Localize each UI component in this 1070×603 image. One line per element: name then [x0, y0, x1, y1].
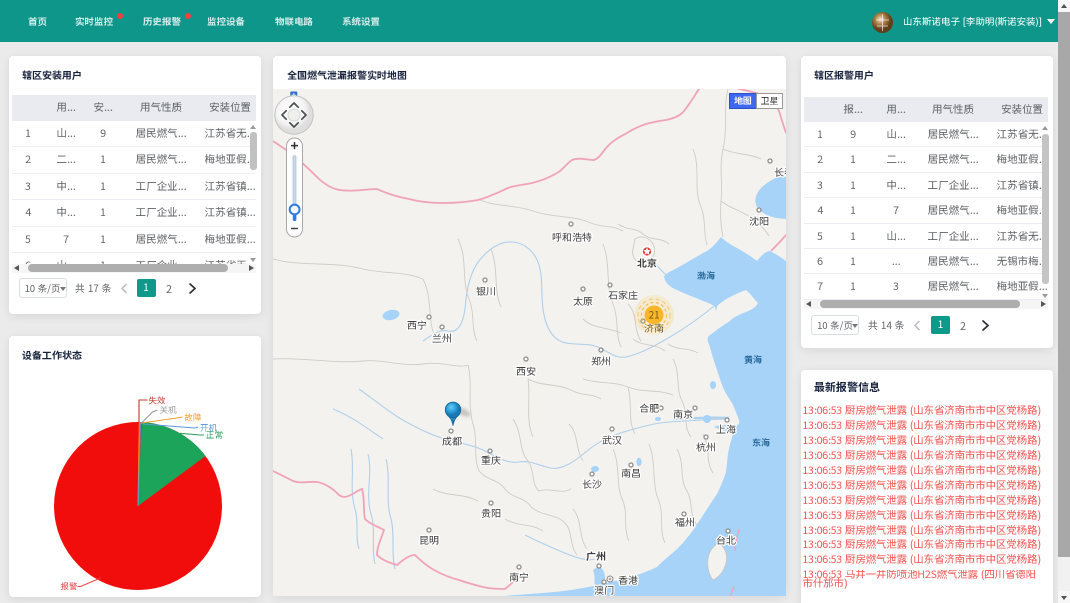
svg-text:黄海: 黄海	[744, 353, 762, 366]
svg-text:地图: 地图	[733, 94, 752, 107]
svg-text:西安: 西安	[516, 363, 536, 378]
svg-text:银川: 银川	[476, 283, 496, 298]
svg-text:东海: 东海	[752, 436, 770, 449]
svg-text:北京: 北京	[637, 255, 657, 270]
svg-text:渤海: 渤海	[696, 269, 715, 282]
svg-text:成都: 成都	[442, 433, 462, 448]
svg-text:呼和浩特: 呼和浩特	[552, 229, 592, 244]
svg-text:南京: 南京	[673, 406, 693, 421]
svg-text:21: 21	[648, 307, 659, 322]
svg-text:昆明: 昆明	[419, 532, 439, 547]
svg-text:杭州: 杭州	[696, 439, 716, 454]
svg-text:广州: 广州	[586, 548, 606, 563]
svg-text:南宁: 南宁	[509, 569, 529, 584]
svg-text:正常: 正常	[206, 429, 224, 441]
svg-text:南昌: 南昌	[621, 465, 641, 480]
svg-text:报警: 报警	[60, 581, 79, 593]
svg-text:兰州: 兰州	[432, 330, 452, 345]
svg-text:上海: 上海	[716, 421, 736, 436]
svg-text:太原: 太原	[573, 293, 593, 308]
svg-text:郑州: 郑州	[591, 353, 611, 368]
svg-text:台北: 台北	[716, 532, 736, 547]
svg-text:石家庄: 石家庄	[608, 287, 638, 302]
svg-text:卫星: 卫星	[760, 94, 778, 107]
svg-text:关机: 关机	[160, 404, 178, 416]
svg-text:沈阳: 沈阳	[749, 213, 769, 228]
svg-text:贵阳: 贵阳	[481, 505, 501, 520]
svg-text:西宁: 西宁	[407, 317, 427, 332]
svg-text:合肥: 合肥	[639, 400, 659, 415]
svg-text:武汉: 武汉	[602, 432, 622, 447]
svg-text:长沙: 长沙	[582, 476, 602, 491]
svg-text:故障: 故障	[185, 412, 202, 424]
svg-text:香港: 香港	[617, 572, 638, 587]
svg-text:澳门: 澳门	[594, 582, 614, 596]
svg-text:福州: 福州	[675, 514, 695, 529]
svg-text:重庆: 重庆	[481, 452, 501, 467]
svg-text:长春: 长春	[774, 164, 786, 179]
